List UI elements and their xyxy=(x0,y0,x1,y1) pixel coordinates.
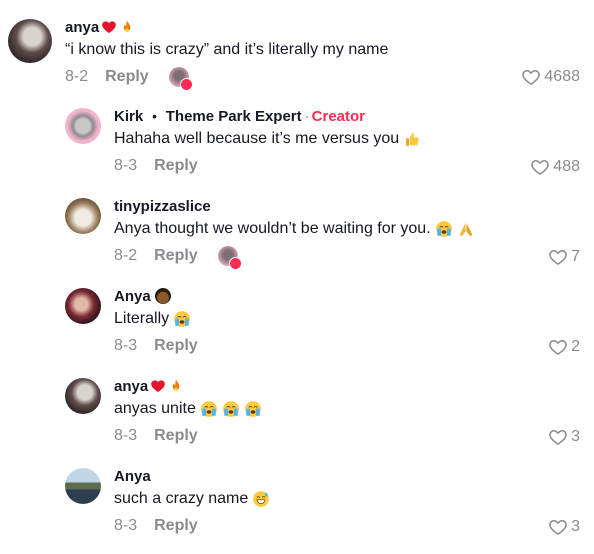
like-count: 488 xyxy=(553,158,580,175)
comment-date: 8-3 xyxy=(114,337,138,354)
comment-date: 8-3 xyxy=(114,517,138,534)
like-button[interactable]: 4688 xyxy=(521,67,580,87)
comment-text: Literally xyxy=(114,310,170,327)
creator-badge: Creator xyxy=(311,107,366,125)
reply-button[interactable]: Reply xyxy=(154,247,198,265)
comment-date: 8-2 xyxy=(65,68,89,85)
comment-text: anyas unite xyxy=(114,400,196,417)
loudly-crying-emoji xyxy=(222,400,240,418)
reply-button[interactable]: Reply xyxy=(105,68,149,86)
reply-button[interactable]: Reply xyxy=(154,517,198,535)
avatar[interactable] xyxy=(65,378,101,414)
heart-badge-icon xyxy=(228,257,242,270)
comment-text: Anya thought we wouldn’t be waiting for … xyxy=(114,220,431,237)
loudly-crying-emoji xyxy=(200,400,218,418)
red-heart-emoji xyxy=(150,378,166,394)
loudly-crying-emoji xyxy=(173,310,191,328)
grinning-sweat-emoji xyxy=(252,490,270,508)
separator: · xyxy=(304,107,310,125)
loudly-crying-emoji xyxy=(435,220,453,238)
like-count: 2 xyxy=(571,338,580,355)
like-button[interactable]: 488 xyxy=(530,157,580,177)
avatar[interactable] xyxy=(65,198,101,234)
heart-outline-icon xyxy=(548,337,568,357)
comment-date: 8-3 xyxy=(114,157,138,174)
username[interactable]: Anya xyxy=(114,468,151,485)
comment-text: Hahaha well because it’s me versus you xyxy=(114,130,400,147)
comment-date: 8-2 xyxy=(114,247,138,264)
heart-outline-icon xyxy=(548,517,568,537)
reply-button[interactable]: Reply xyxy=(154,157,198,175)
heart-outline-icon xyxy=(530,157,550,177)
reply-button[interactable]: Reply xyxy=(154,337,198,355)
comment-text: “i know this is crazy” and it’s literall… xyxy=(65,41,389,58)
fire-emoji xyxy=(168,378,184,394)
red-heart-emoji xyxy=(101,19,117,35)
username[interactable]: tinypizzaslice xyxy=(114,198,211,215)
heart-outline-icon xyxy=(548,247,568,267)
username[interactable]: anya xyxy=(114,378,148,395)
creator-liked-avatar xyxy=(217,246,242,270)
username[interactable]: Anya xyxy=(114,288,151,305)
folded-hands-emoji xyxy=(457,220,475,238)
like-count: 3 xyxy=(571,518,580,535)
user-title: Theme Park Expert xyxy=(165,107,302,125)
person-emoji xyxy=(154,288,171,304)
comment-date: 8-3 xyxy=(114,427,138,444)
like-count: 3 xyxy=(571,428,580,445)
like-button[interactable]: 2 xyxy=(548,337,580,357)
avatar[interactable] xyxy=(65,108,101,144)
like-count: 4688 xyxy=(544,68,580,85)
like-button[interactable]: 3 xyxy=(548,517,580,537)
heart-outline-icon xyxy=(521,67,541,87)
loudly-crying-emoji xyxy=(244,400,262,418)
separator-dot: • xyxy=(152,108,157,124)
creator-liked-avatar xyxy=(168,67,193,91)
heart-badge-icon xyxy=(179,78,193,91)
like-count: 7 xyxy=(571,248,580,265)
avatar[interactable] xyxy=(65,288,101,324)
username[interactable]: anya xyxy=(65,19,99,36)
like-button[interactable]: 3 xyxy=(548,427,580,447)
heart-outline-icon xyxy=(548,427,568,447)
fire-emoji xyxy=(119,19,135,35)
reply-button[interactable]: Reply xyxy=(154,427,198,445)
thumbs-up-emoji xyxy=(403,130,421,148)
avatar[interactable] xyxy=(65,468,101,504)
like-button[interactable]: 7 xyxy=(548,247,580,267)
avatar[interactable] xyxy=(8,19,52,63)
username[interactable]: Kirk xyxy=(114,108,143,125)
comment-text: such a crazy name xyxy=(114,490,249,507)
